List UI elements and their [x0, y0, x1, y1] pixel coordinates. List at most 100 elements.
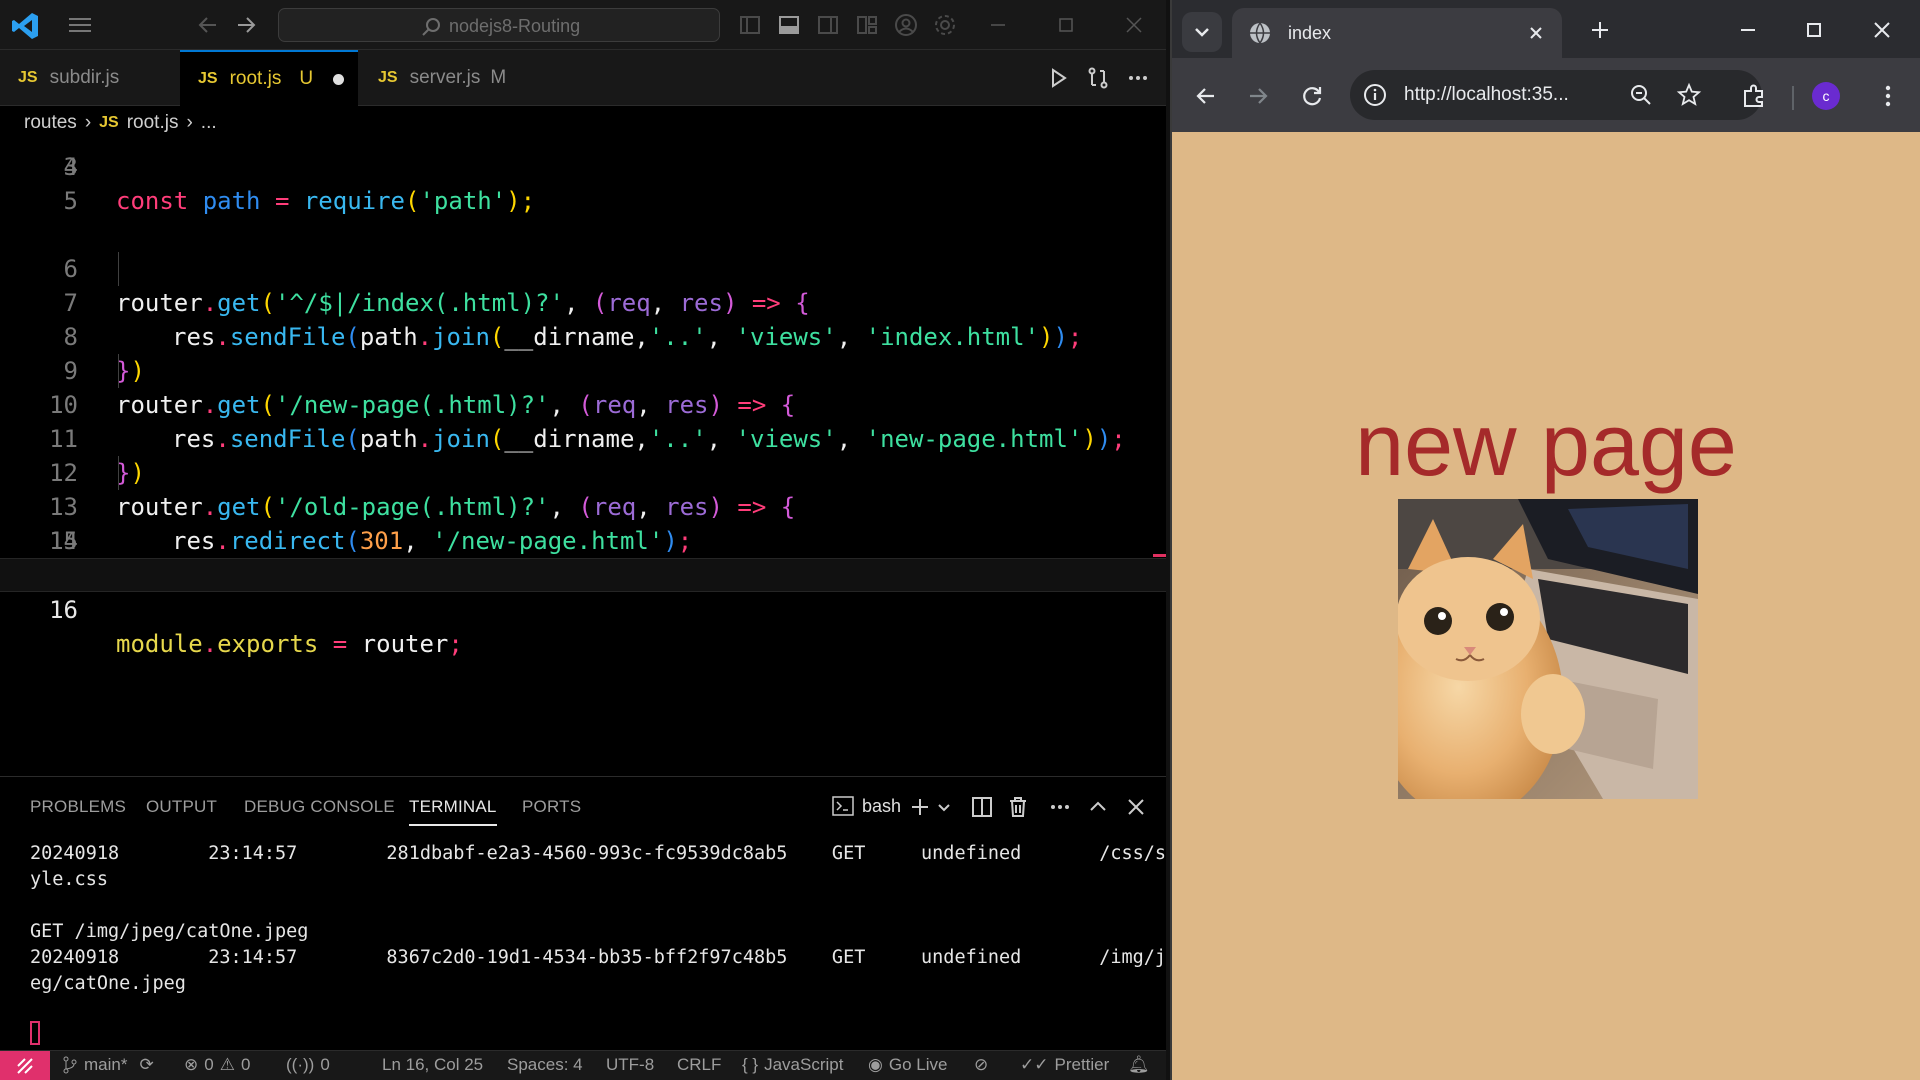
split-terminal-icon[interactable]: [970, 795, 994, 819]
back-arrow-icon[interactable]: [1192, 82, 1220, 110]
code-line[interactable]: 4: [0, 150, 1166, 184]
more-actions-icon[interactable]: [1048, 795, 1072, 819]
breadcrumb-symbols[interactable]: ...: [201, 112, 217, 134]
chevron-right-icon: ›: [186, 112, 193, 133]
code-line[interactable]: 9 router.get('/new-page(.html)?', (req, …: [0, 320, 1166, 419]
encoding[interactable]: UTF-8: [606, 1055, 654, 1075]
code-line[interactable]: 5: [0, 184, 1166, 218]
extensions-puzzle-icon[interactable]: [1740, 82, 1768, 110]
maximize-icon[interactable]: [1054, 13, 1078, 37]
web-page-viewport: new page: [1172, 132, 1920, 1080]
kebab-menu-icon[interactable]: [1874, 82, 1902, 110]
code-line[interactable]: 7 res.sendFile(path.join(__dirname,'..',…: [0, 252, 1166, 351]
terminal-shell-selector[interactable]: bash: [832, 795, 901, 817]
cursor-position[interactable]: Ln 16, Col 25: [382, 1055, 483, 1075]
tab-output[interactable]: OUTPUT: [146, 797, 217, 817]
code-line[interactable]: 8 }): [0, 286, 1166, 385]
toolbar-separator: [1792, 86, 1794, 110]
command-center-label: nodejs8-Routing: [449, 16, 581, 36]
new-terminal-plus-icon[interactable]: [908, 795, 932, 819]
trash-icon[interactable]: [1006, 795, 1030, 819]
url-text: http://localhost:35...: [1404, 84, 1569, 105]
ports-indicator[interactable]: ((·)) 0: [286, 1055, 330, 1075]
tab-subdir-js[interactable]: JS subdir.js: [18, 50, 178, 106]
close-window-icon[interactable]: [1122, 13, 1146, 37]
language-mode[interactable]: { } JavaScript: [742, 1055, 843, 1075]
back-arrow-icon[interactable]: [196, 13, 220, 37]
branch-name: main*: [84, 1055, 128, 1074]
vscode-window: nodejs8-Routing JS subdir.js JS root.js …: [0, 0, 1177, 1080]
browser-tab-strip: index http://localhost:35... c: [1172, 0, 1920, 132]
forward-arrow-icon[interactable]: [234, 13, 258, 37]
close-panel-icon[interactable]: [1124, 795, 1148, 819]
new-tab-plus-icon[interactable]: [1588, 18, 1612, 42]
breadcrumb-file[interactable]: root.js: [127, 112, 179, 134]
scrollbar-marker[interactable]: [1153, 554, 1166, 557]
copilot-icon[interactable]: ⊘: [974, 1055, 988, 1075]
language-label: JavaScript: [764, 1055, 844, 1074]
reload-icon[interactable]: [1298, 82, 1326, 110]
compare-changes-icon[interactable]: [1086, 66, 1110, 90]
indentation[interactable]: Spaces: 4: [507, 1055, 583, 1075]
code-line[interactable]: 15: [0, 524, 1166, 558]
close-window-icon[interactable]: [1870, 18, 1894, 42]
go-live-label: Go Live: [888, 1055, 948, 1074]
minimize-icon[interactable]: [986, 13, 1010, 37]
tab-search-button[interactable]: [1182, 12, 1222, 52]
code-line[interactable]: 3 const path = require('path');: [0, 132, 1166, 215]
notifications-bell-icon[interactable]: 🔔︎: [1128, 1055, 1150, 1075]
code-line[interactable]: 13 res.redirect(301, '/new-page.html');: [0, 456, 1166, 555]
run-icon[interactable]: [1046, 66, 1070, 90]
bookmark-star-icon[interactable]: [1676, 82, 1702, 108]
account-icon[interactable]: [894, 13, 918, 37]
tab-problems[interactable]: PROBLEMS: [30, 797, 126, 817]
toggle-panel-icon[interactable]: [777, 13, 801, 37]
go-live-button[interactable]: ◉ Go Live: [868, 1055, 947, 1075]
tab-terminal[interactable]: TERMINAL: [409, 797, 497, 826]
tab-root-js[interactable]: JS root.js U: [180, 50, 358, 106]
cat-image: [1398, 499, 1698, 799]
unsaved-dot-icon[interactable]: [333, 73, 345, 85]
tab-ports[interactable]: PORTS: [522, 797, 581, 817]
code-line[interactable]: 14 }): [0, 490, 1166, 589]
terminal-line: 20240918 23:14:57 8367c2d0-19d1-4534-bb3…: [30, 947, 1178, 968]
code-editor[interactable]: 3 const path = require('path'); 4 5 6 ro…: [0, 132, 1166, 772]
minimize-icon[interactable]: [1736, 18, 1760, 42]
maximize-panel-chevron-up-icon[interactable]: [1086, 795, 1110, 819]
code-line[interactable]: 12 router.get('/old-page(.html)?', (req,…: [0, 422, 1166, 521]
line-ending[interactable]: CRLF: [677, 1055, 721, 1075]
more-actions-icon[interactable]: [1126, 66, 1150, 90]
prettier-status[interactable]: ✓✓ Prettier: [1020, 1055, 1109, 1075]
command-center-search[interactable]: nodejs8-Routing: [278, 8, 720, 42]
code-line[interactable]: 10 res.sendFile(path.join(__dirname,'..'…: [0, 354, 1166, 453]
menu-icon[interactable]: [68, 15, 92, 35]
forward-arrow-icon[interactable]: [1244, 82, 1272, 110]
toggle-primary-sidebar-icon[interactable]: [738, 13, 762, 37]
profile-avatar[interactable]: c: [1812, 82, 1840, 110]
double-check-icon: ✓✓: [1020, 1055, 1049, 1074]
chevron-down-icon[interactable]: [936, 795, 952, 819]
address-bar[interactable]: http://localhost:35...: [1350, 70, 1762, 120]
maximize-icon[interactable]: [1802, 18, 1826, 42]
status-bar: main* ⟳ ⊗ 0 ⚠ 0 ((·)) 0 Ln 16, Col 25 Space…: [0, 1050, 1166, 1080]
browser-tab-index[interactable]: index: [1232, 8, 1562, 58]
tab-debug-console[interactable]: DEBUG CONSOLE: [244, 797, 395, 817]
code-line[interactable]: 11 }): [0, 388, 1166, 487]
git-branch[interactable]: main* ⟳: [62, 1055, 154, 1075]
sync-icon[interactable]: ⟳: [139, 1055, 153, 1075]
problems-indicator[interactable]: ⊗ 0 ⚠ 0: [184, 1055, 250, 1075]
zoom-icon[interactable]: [1628, 82, 1654, 108]
close-tab-icon[interactable]: [1526, 23, 1546, 43]
remote-indicator[interactable]: [0, 1051, 50, 1080]
terminal-line: 20240918 23:14:57 281dbabf-e2a3-4560-993…: [30, 843, 1178, 864]
site-info-icon[interactable]: [1362, 82, 1388, 108]
current-code-line[interactable]: 16 module.exports = router;: [0, 558, 1166, 658]
terminal-cursor[interactable]: [30, 1021, 40, 1045]
tab-server-js[interactable]: JS server.js M: [378, 50, 528, 106]
settings-gear-icon[interactable]: [933, 13, 957, 37]
globe-icon: [1250, 22, 1270, 45]
breadcrumb-folder[interactable]: routes: [24, 112, 77, 134]
customize-layout-icon[interactable]: [855, 13, 879, 37]
code-line[interactable]: 6 router.get('^/$|/index(.html)?', (req,…: [0, 218, 1166, 317]
toggle-secondary-sidebar-icon[interactable]: [816, 13, 840, 37]
